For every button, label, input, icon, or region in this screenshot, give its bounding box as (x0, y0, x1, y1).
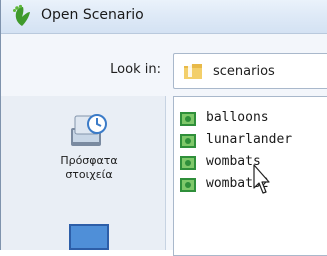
look-in-dropdown[interactable]: scenarios (173, 53, 327, 89)
place-label: Πρόσφατα στοιχεία (60, 154, 118, 181)
file-name: lunarlander (206, 132, 293, 147)
file-name: balloons (206, 110, 269, 125)
look-in-value: scenarios (213, 64, 275, 79)
desktop-icon[interactable] (67, 222, 111, 252)
scenario-icon (180, 178, 196, 192)
mouse-pointer-icon (253, 164, 270, 194)
scenario-icon (180, 134, 196, 148)
scenario-icon (180, 112, 196, 126)
title-bar[interactable]: Open Scenario (1, 0, 327, 34)
open-scenario-dialog: Open Scenario Look in: scenarios Πρόσφατ… (0, 0, 327, 256)
file-list[interactable]: balloons lunarlander wombats wombats2 (173, 96, 327, 256)
folder-icon (184, 63, 202, 79)
scenario-icon (180, 156, 196, 170)
look-in-label: Look in: (110, 62, 161, 77)
greenfoot-icon (13, 4, 30, 26)
file-item-balloons[interactable]: balloons (180, 109, 327, 131)
dialog-title: Open Scenario (41, 7, 144, 23)
file-item-lunarlander[interactable]: lunarlander (180, 131, 327, 153)
place-recent-items[interactable]: Πρόσφατα στοιχεία (39, 110, 139, 182)
recent-items-icon (71, 114, 107, 146)
